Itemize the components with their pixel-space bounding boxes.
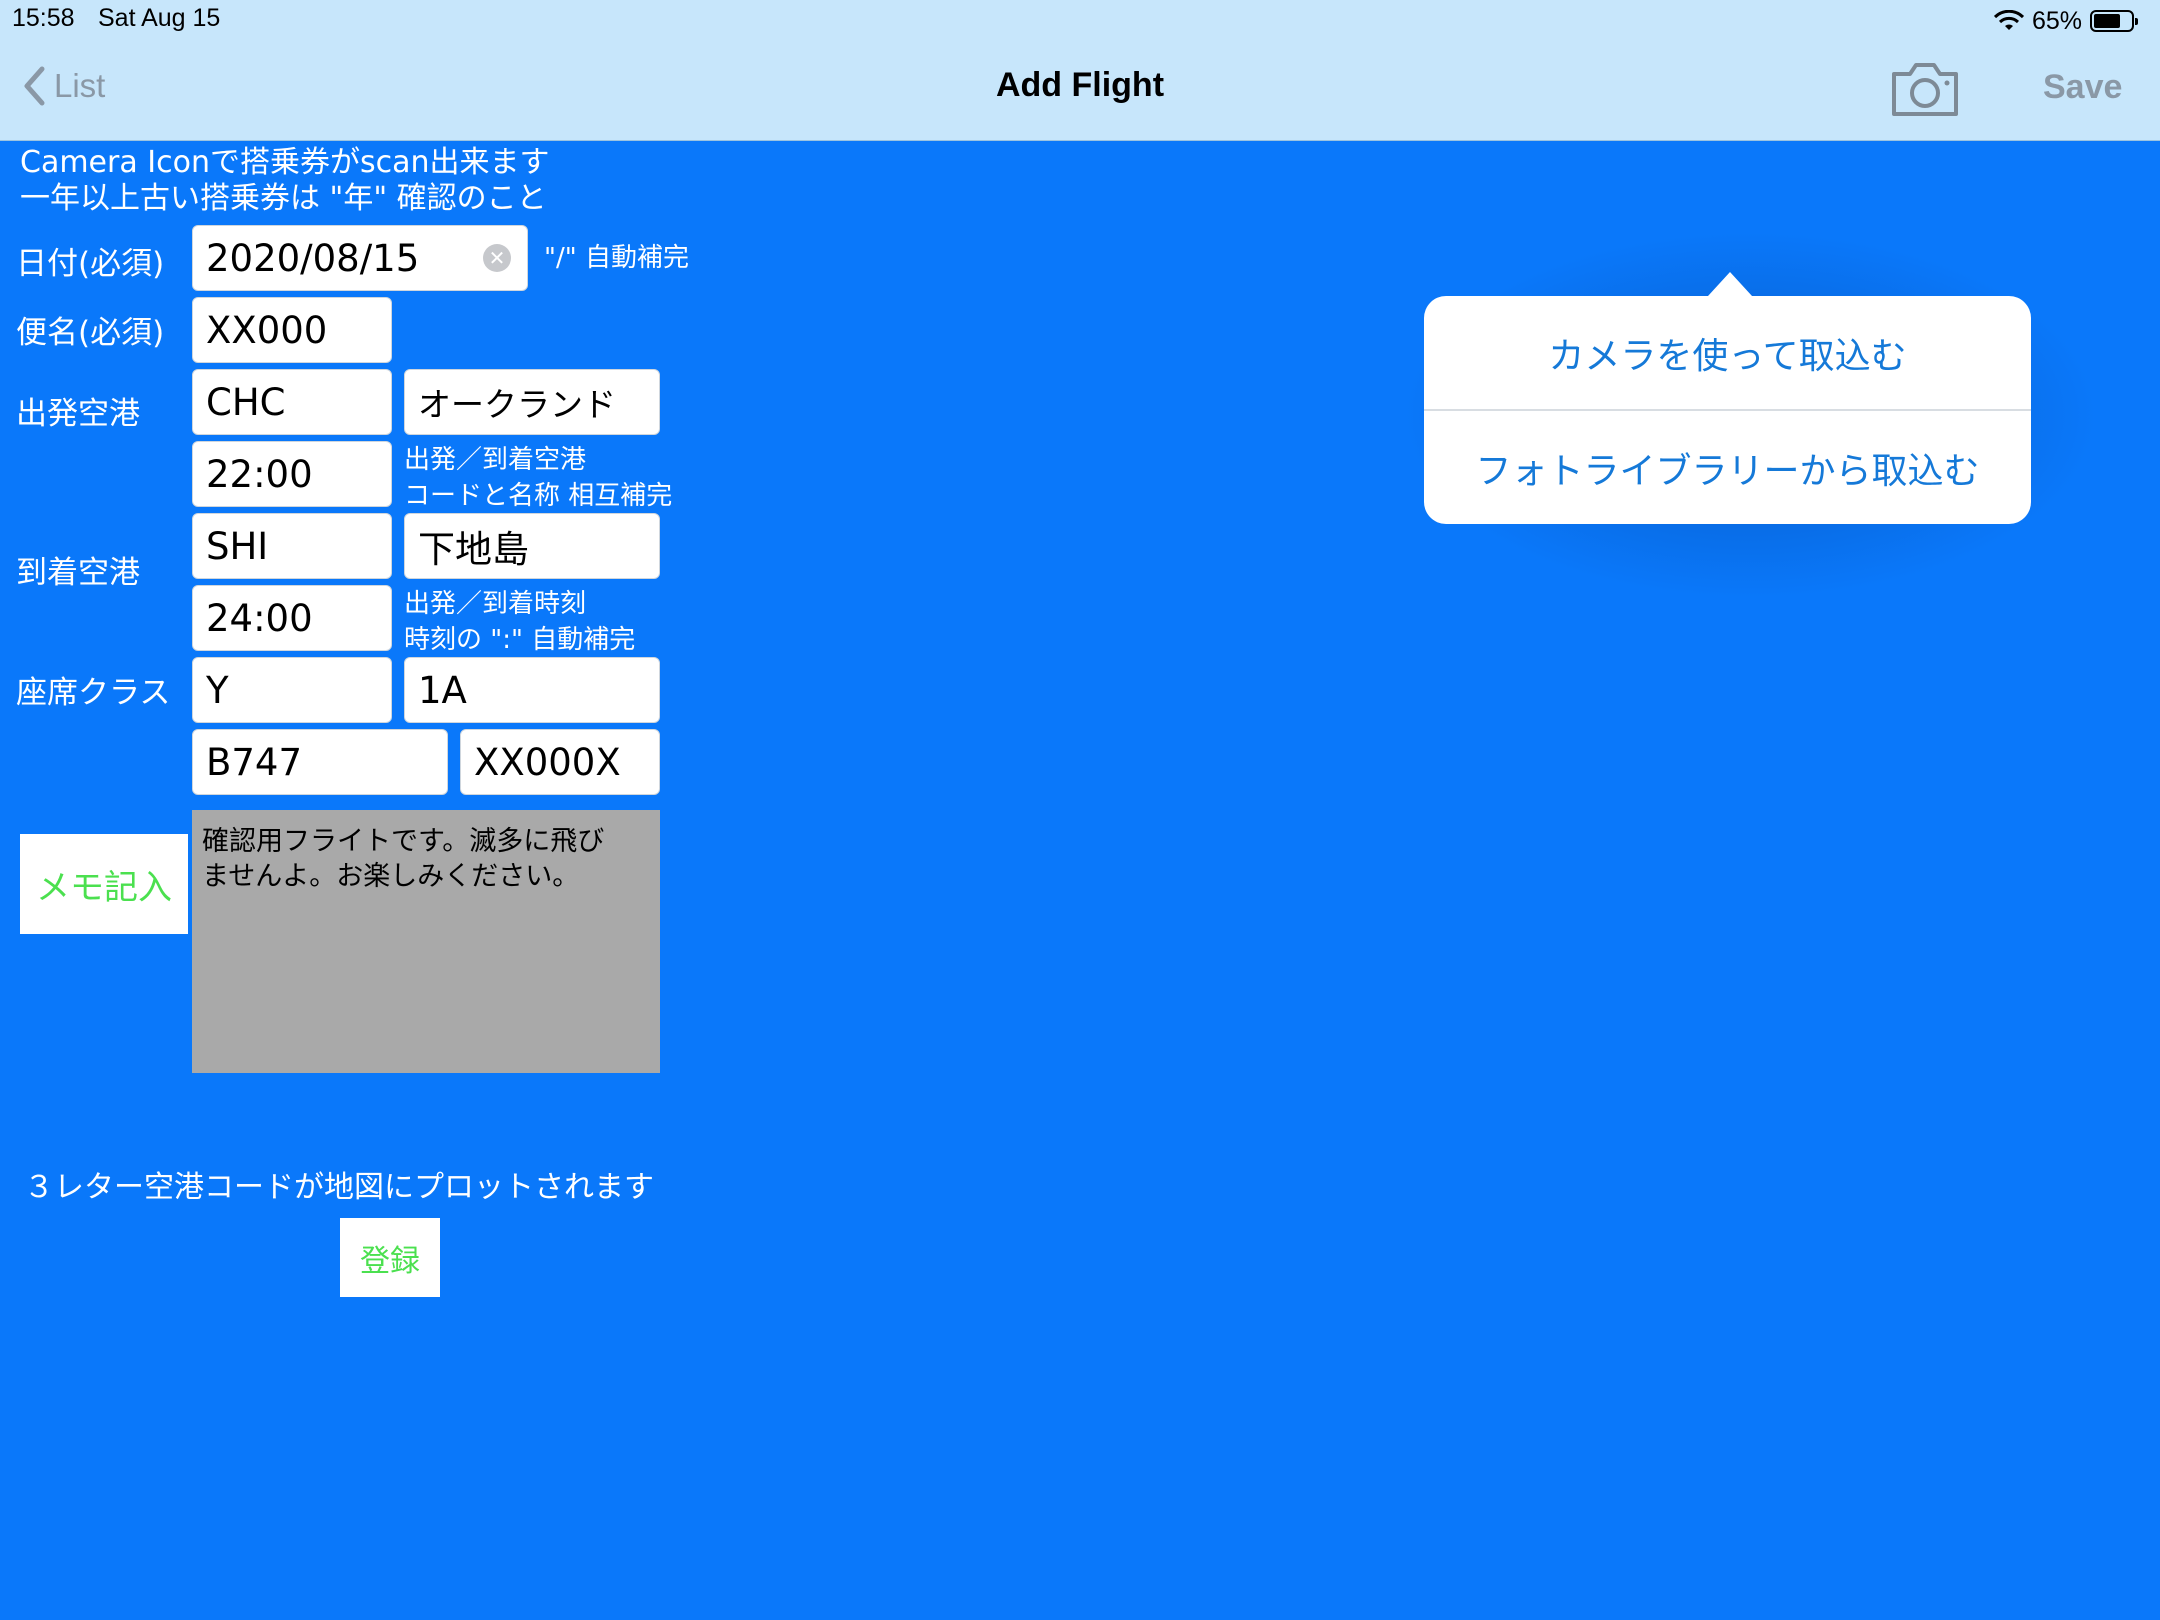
date-hint: "/" 自動補完 bbox=[544, 243, 689, 273]
time-hint-line1: 出発／到着時刻 bbox=[404, 589, 587, 619]
departure-name-input[interactable]: オークランド bbox=[404, 369, 660, 435]
save-button[interactable]: Save bbox=[2043, 68, 2122, 107]
aircraft-type-input[interactable]: B747 bbox=[192, 729, 448, 795]
arrival-time-input[interactable]: 24:00 bbox=[192, 585, 392, 651]
arrival-name-input[interactable]: 下地島 bbox=[404, 513, 660, 579]
status-time: 15:58 bbox=[12, 4, 75, 32]
popover-arrow bbox=[1708, 272, 1752, 296]
camera-button[interactable] bbox=[1890, 60, 1960, 122]
camera-icon bbox=[1892, 63, 1958, 116]
date-input[interactable]: 2020/08/15 ✕ bbox=[192, 225, 528, 291]
seat-class-input[interactable]: Y bbox=[192, 657, 392, 723]
departure-label: 出発空港 bbox=[16, 396, 140, 432]
airport-plot-note: ３レター空港コードが地図にプロットされます bbox=[24, 1170, 654, 1205]
memo-line-1: 確認用フライトです。滅多に飛び bbox=[202, 826, 605, 857]
import-popover: カメラを使って取込む フォトライブラリーから取込む bbox=[1424, 296, 2031, 524]
battery-percent: 65% bbox=[2031, 6, 2082, 35]
memo-line-2: ませんよ。お楽しみください。 bbox=[202, 861, 580, 892]
arrival-label: 到着空港 bbox=[16, 555, 140, 591]
status-date: Sat Aug 15 bbox=[98, 4, 221, 32]
status-indicators: 65% bbox=[1993, 6, 2138, 36]
seat-class-label: 座席クラス bbox=[16, 675, 171, 711]
scan-note: Camera Iconで搭乗券がscan出来ます bbox=[20, 145, 550, 180]
airport-hint-line2: コードと名称 相互補完 bbox=[404, 481, 673, 511]
departure-time-input[interactable]: 22:00 bbox=[192, 441, 392, 507]
wifi-icon bbox=[1993, 10, 2024, 30]
page-title: Add Flight bbox=[995, 66, 1165, 104]
photo-library-option[interactable]: フォトライブラリーから取込む bbox=[1424, 411, 2031, 524]
departure-code-input[interactable]: CHC bbox=[192, 369, 392, 435]
navigation-bar: 15:58 Sat Aug 15 65% List Add Flight Sav… bbox=[0, 0, 2160, 141]
flight-label: 便名(必須) bbox=[16, 315, 165, 351]
airport-hint-line1: 出発／到着空港 bbox=[404, 445, 587, 475]
clear-icon[interactable]: ✕ bbox=[483, 244, 511, 272]
date-value: 2020/08/15 bbox=[206, 236, 420, 280]
use-camera-option[interactable]: カメラを使って取込む bbox=[1424, 296, 2031, 409]
battery-icon bbox=[2090, 10, 2138, 32]
memo-text-area[interactable]: 確認用フライトです。滅多に飛び ませんよ。お楽しみください。 bbox=[192, 810, 660, 1073]
memo-button[interactable]: メモ記入 bbox=[20, 834, 188, 934]
flight-number-input[interactable]: XX000 bbox=[192, 297, 392, 363]
date-label: 日付(必須) bbox=[16, 246, 165, 282]
arrival-code-input[interactable]: SHI bbox=[192, 513, 392, 579]
registration-input[interactable]: XX000X bbox=[460, 729, 660, 795]
time-hint-line2: 時刻の ":" 自動補完 bbox=[404, 625, 636, 655]
seat-number-input[interactable]: 1A bbox=[404, 657, 660, 723]
year-note: 一年以上古い搭乗券は "年" 確認のこと bbox=[20, 181, 547, 216]
register-button[interactable]: 登録 bbox=[340, 1218, 440, 1297]
